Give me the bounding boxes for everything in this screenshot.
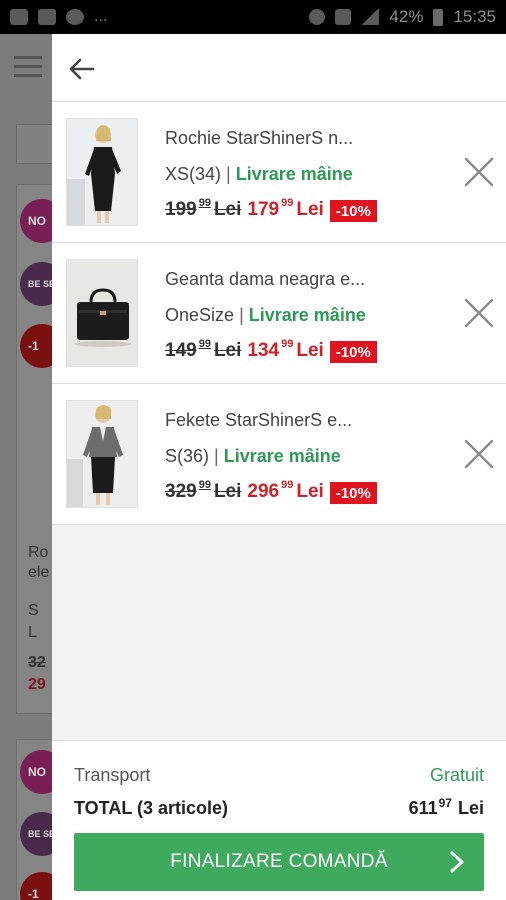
messenger-notification-icon [66,9,84,25]
product-thumbnail[interactable] [66,118,138,226]
price-row: 199 99 Lei 179 99 Lei -10% [165,197,377,222]
discount-badge: -10% [329,482,377,504]
product-thumbnail[interactable] [66,259,138,367]
image-notification-icon [38,9,56,25]
signal-icon [361,9,380,25]
handbag-photo [67,260,137,366]
old-price: 149 99 Lei [165,338,242,361]
back-button[interactable] [64,52,98,86]
alarm-icon [309,9,326,25]
close-icon [464,298,494,328]
checkout-button[interactable]: FINALIZARE COMANDĂ [74,833,484,891]
product-name[interactable]: Fekete StarShinerS e... [165,410,352,431]
checkout-label: FINALIZARE COMANDĂ [170,851,388,872]
old-price: 199 99 Lei [165,197,242,220]
product-size: OneSize [165,305,235,325]
product-name[interactable]: Rochie StarShinerS n... [165,128,353,149]
background-search-box [16,124,56,164]
new-price: 134 99 Lei [247,338,324,361]
background-title-line-2: ele [28,564,50,581]
delivery-info: Livrare mâine [223,446,341,466]
product-size: S(36) [165,446,210,466]
transport-value: Gratuit [429,765,484,785]
close-icon [464,157,494,187]
total-label: TOTAL (3 articole) [74,798,229,818]
discount-badge: -10% [329,200,377,222]
new-price: 179 99 Lei [247,197,324,220]
product-size-delivery: S(36) | Livrare mâine [165,446,341,467]
order-summary: Transport Gratuit TOTAL (3 articole) 611… [52,740,506,900]
price-row: 149 99 Lei 134 99 Lei -10% [165,338,377,363]
separator: | [239,305,244,325]
background-title-line-1: Ro [28,544,49,561]
cart-drawer: Rochie StarShinerS n... XS(34) | Livrare… [52,34,506,900]
dress-photo [67,119,137,225]
cart-item[interactable]: Fekete StarShinerS e... S(36) | Livrare … [52,384,506,525]
cart-item[interactable]: Rochie StarShinerS n... XS(34) | Livrare… [52,102,506,243]
delivery-info: Livrare mâine [235,164,353,184]
separator: | [214,446,219,466]
remove-item-button[interactable] [462,296,496,330]
background-old-price: 32 [28,654,46,671]
product-size-delivery: OneSize | Livrare mâine [165,305,366,326]
chevron-right-icon [450,851,464,873]
gallery-notification-icon [10,9,28,25]
close-icon [464,439,494,469]
product-thumbnail[interactable] [66,400,138,508]
total-value: 61197 Lei [408,796,484,818]
old-price: 329 99 Lei [165,479,242,502]
cart-item[interactable]: Geanta dama neagra e... OneSize | Livrar… [52,243,506,384]
delivery-info: Livrare mâine [248,305,366,325]
battery-percent: 42% [389,7,424,26]
wifi-icon [335,9,352,25]
product-name[interactable]: Geanta dama neagra e... [165,269,365,290]
new-price: 296 99 Lei [247,479,324,502]
remove-item-button[interactable] [462,437,496,471]
hamburger-menu-icon[interactable] [14,56,42,78]
price-row: 329 99 Lei 296 99 Lei -10% [165,479,377,504]
overflow-notifications: ... [94,8,108,25]
battery-icon [433,8,444,26]
arrow-left-icon [69,58,95,80]
product-size: XS(34) [165,164,222,184]
background-size-2: L [28,624,37,641]
discount-badge: -10% [329,341,377,363]
remove-item-button[interactable] [462,155,496,189]
product-size-delivery: XS(34) | Livrare mâine [165,164,353,185]
separator: | [226,164,231,184]
transport-label: Transport [74,765,151,785]
status-bar: ... 42% 15:35 [0,0,506,34]
background-new-price: 29 [28,676,46,693]
suit-photo [67,401,137,507]
clock: 15:35 [453,7,496,26]
background-size-1: S [28,602,39,619]
drawer-header [52,34,506,102]
